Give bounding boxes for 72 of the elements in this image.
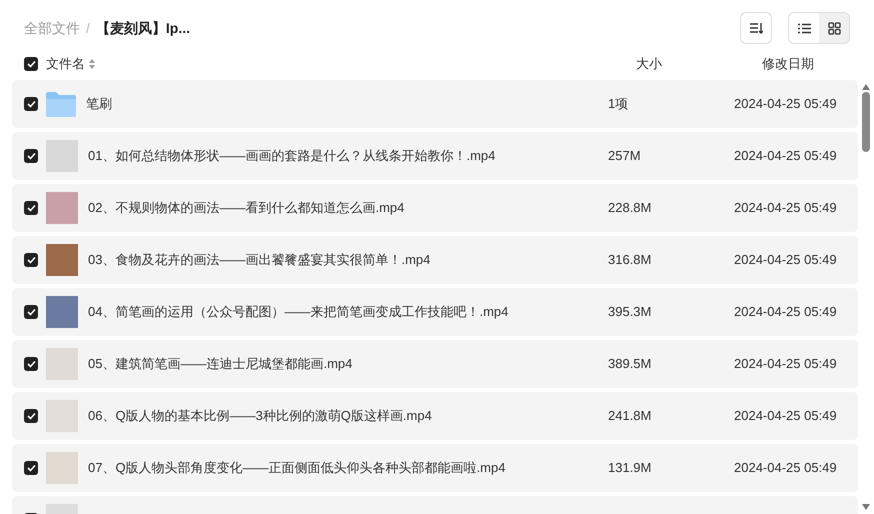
file-row[interactable]: 06、Q版人物的基本比例——3种比例的激萌Q版这样画.mp4 241.8M 2024-04-25 05:49	[12, 392, 858, 440]
file-row[interactable]: 04、简笔画的运用（公众号配图）——来把简笔画变成工作技能吧！.mp4 395.3M 2024-04-25 05:49	[12, 288, 858, 336]
file-row[interactable]: 02、不规则物体的画法——看到什么都知道怎么画.mp4 228.8M 2024-04-25 05:49	[12, 184, 858, 232]
video-thumbnail	[46, 296, 78, 328]
checkbox[interactable]	[24, 357, 38, 371]
modified-date: 2024-04-25 05:49	[734, 355, 834, 374]
checkmark-icon	[26, 60, 36, 68]
file-row[interactable]: 03、食物及花卉的画法——画出饕餮盛宴其实很简单！.mp4 316.8M 2024-04-25 05:49	[12, 236, 858, 284]
file-name: 04、简笔画的运用（公众号配图）——来把简笔画变成工作技能吧！.mp4	[88, 303, 510, 322]
scroll-down-icon[interactable]	[862, 504, 870, 510]
file-row[interactable]: 01、如何总结物体形状——画画的套路是什么？从线条开始教你！.mp4 257M 2024-04-25 05:49	[12, 132, 858, 180]
video-thumbnail	[46, 244, 78, 276]
file-name: 01、如何总结物体形状——画画的套路是什么？从线条开始教你！.mp4	[88, 147, 496, 166]
file-row[interactable]: 05、建筑简笔画——连迪士尼城堡都能画.mp4 389.5M 2024-04-25 05:49	[12, 340, 858, 388]
checkmark-icon	[26, 152, 36, 160]
video-thumbnail	[46, 452, 78, 484]
checkbox[interactable]	[24, 305, 38, 319]
video-thumbnail	[46, 348, 78, 380]
checkbox[interactable]	[24, 461, 38, 475]
checkmark-icon	[26, 100, 36, 108]
list-view-button[interactable]	[789, 13, 819, 43]
sort-button[interactable]	[740, 12, 772, 44]
checkmark-icon	[26, 464, 36, 472]
file-size: 316.8M	[608, 251, 652, 270]
modified-date: 2024-04-25 05:49	[734, 147, 834, 166]
checkbox[interactable]	[24, 57, 38, 71]
file-name: 05、建筑简笔画——连迪士尼城堡都能画.mp4	[88, 355, 354, 374]
video-thumbnail	[46, 192, 78, 224]
date-column-header: 修改日期	[762, 55, 815, 74]
checkbox[interactable]	[24, 97, 38, 111]
checkmark-icon	[26, 204, 36, 212]
modified-date: 2024-04-25 05:49	[734, 251, 834, 270]
checkbox[interactable]	[24, 149, 38, 163]
file-size: 241.8M	[608, 407, 652, 426]
file-size: 131.9M	[608, 459, 652, 478]
file-size: 257M	[608, 147, 642, 166]
modified-date: 2024-04-25 05:49	[734, 199, 834, 218]
modified-date: 2024-04-25 05:49	[734, 407, 834, 426]
file-row[interactable]: 07、Q版人物头部角度变化——正面侧面低头仰头各种头部都能画啦.mp4 131.9M 2024-04-25 05:49	[12, 444, 858, 492]
checkbox[interactable]	[24, 409, 38, 423]
video-thumbnail	[46, 400, 78, 432]
name-column-header[interactable]: 文件名	[46, 54, 85, 74]
modified-date: 2024-04-25 05:49	[734, 303, 834, 322]
scroll-up-icon[interactable]	[862, 84, 870, 90]
modified-date: 2024-04-25 05:49	[734, 459, 834, 478]
file-size: 228.8M	[608, 199, 652, 218]
video-thumbnail	[46, 140, 78, 172]
modified-date: 2024-04-25 05:49	[734, 95, 834, 114]
file-name: 02、不规则物体的画法——看到什么都知道怎么画.mp4	[88, 199, 406, 218]
sort-icon	[749, 22, 763, 34]
sort-arrows-icon[interactable]	[89, 59, 95, 69]
file-name: 06、Q版人物的基本比例——3种比例的激萌Q版这样画.mp4	[88, 407, 433, 426]
checkmark-icon	[26, 308, 36, 316]
file-name: 07、Q版人物头部角度变化——正面侧面低头仰头各种头部都能画啦.mp4	[88, 459, 506, 478]
file-row[interactable]: 笔刷 1项 2024-04-25 05:49	[12, 80, 858, 128]
file-size: 1项	[608, 95, 630, 114]
checkmark-icon	[26, 256, 36, 264]
list-icon	[798, 22, 810, 34]
grid-icon	[828, 22, 840, 34]
size-column-header: 大小	[636, 55, 663, 74]
checkmark-icon	[26, 412, 36, 420]
checkmark-icon	[26, 360, 36, 368]
checkbox[interactable]	[24, 201, 38, 215]
scrollbar-thumb[interactable]	[862, 92, 870, 152]
checkbox[interactable]	[24, 253, 38, 267]
file-name: 笔刷	[86, 95, 113, 114]
file-name: 03、食物及花卉的画法——画出饕餮盛宴其实很简单！.mp4	[88, 251, 432, 270]
folder-icon	[46, 91, 76, 117]
breadcrumb-separator: /	[86, 18, 90, 38]
file-size: 389.5M	[608, 355, 652, 374]
file-size: 395.3M	[608, 303, 652, 322]
breadcrumb-link[interactable]: 【麦刻风】Ip...	[96, 18, 190, 38]
